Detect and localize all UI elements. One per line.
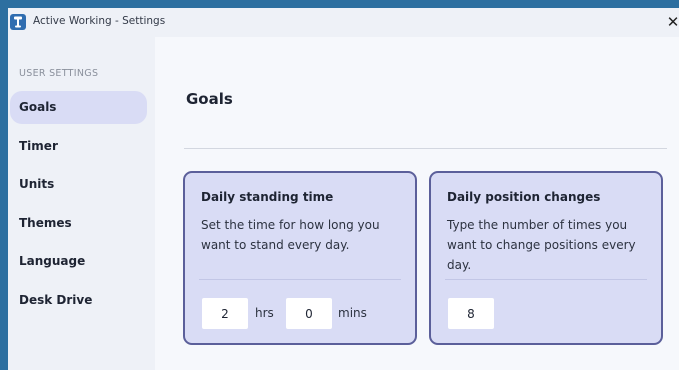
minutes-input[interactable] xyxy=(286,298,332,329)
sidebar-item-label: Themes xyxy=(19,216,72,230)
card-description: Set the time for how long you want to st… xyxy=(201,218,380,252)
daily-standing-time-card: Daily standing time Set the time for how… xyxy=(183,171,417,345)
sidebar-item-label: Units xyxy=(19,177,55,191)
main-content: Goals Daily standing time Set the time f… xyxy=(155,37,679,370)
sidebar-item-units[interactable]: Units xyxy=(10,168,147,201)
card-divider xyxy=(199,279,401,280)
hours-input[interactable] xyxy=(202,298,248,329)
card-description: Type the number of times you want to cha… xyxy=(447,218,636,272)
close-icon[interactable]: ✕ xyxy=(666,11,679,33)
sidebar-item-label: Goals xyxy=(19,100,57,114)
minutes-unit-label: mins xyxy=(338,306,367,320)
sidebar: USER SETTINGS Goals Timer Units Themes L… xyxy=(8,37,155,370)
hours-unit-label: hrs xyxy=(255,306,274,320)
sidebar-section-label: USER SETTINGS xyxy=(19,68,99,79)
card-title: Daily position changes xyxy=(447,190,601,204)
card-title: Daily standing time xyxy=(201,190,334,204)
sidebar-item-themes[interactable]: Themes xyxy=(10,207,147,240)
sidebar-item-goals[interactable]: Goals xyxy=(10,91,147,124)
daily-position-changes-card: Daily position changes Type the number o… xyxy=(429,171,663,345)
page-title: Goals xyxy=(186,90,233,108)
window-title: Active Working - Settings xyxy=(33,15,166,27)
position-changes-input[interactable] xyxy=(448,298,494,329)
sidebar-item-desk-drive[interactable]: Desk Drive xyxy=(10,284,147,317)
app-icon xyxy=(10,14,26,30)
section-divider xyxy=(184,148,667,149)
settings-window: Active Working - Settings ✕ USER SETTING… xyxy=(8,8,679,370)
sidebar-item-timer[interactable]: Timer xyxy=(10,130,147,163)
title-bar: Active Working - Settings ✕ xyxy=(8,8,679,37)
sidebar-item-label: Desk Drive xyxy=(19,293,93,307)
card-divider xyxy=(445,279,647,280)
sidebar-item-label: Timer xyxy=(19,139,58,153)
sidebar-item-label: Language xyxy=(19,254,86,268)
sidebar-item-language[interactable]: Language xyxy=(10,245,147,278)
